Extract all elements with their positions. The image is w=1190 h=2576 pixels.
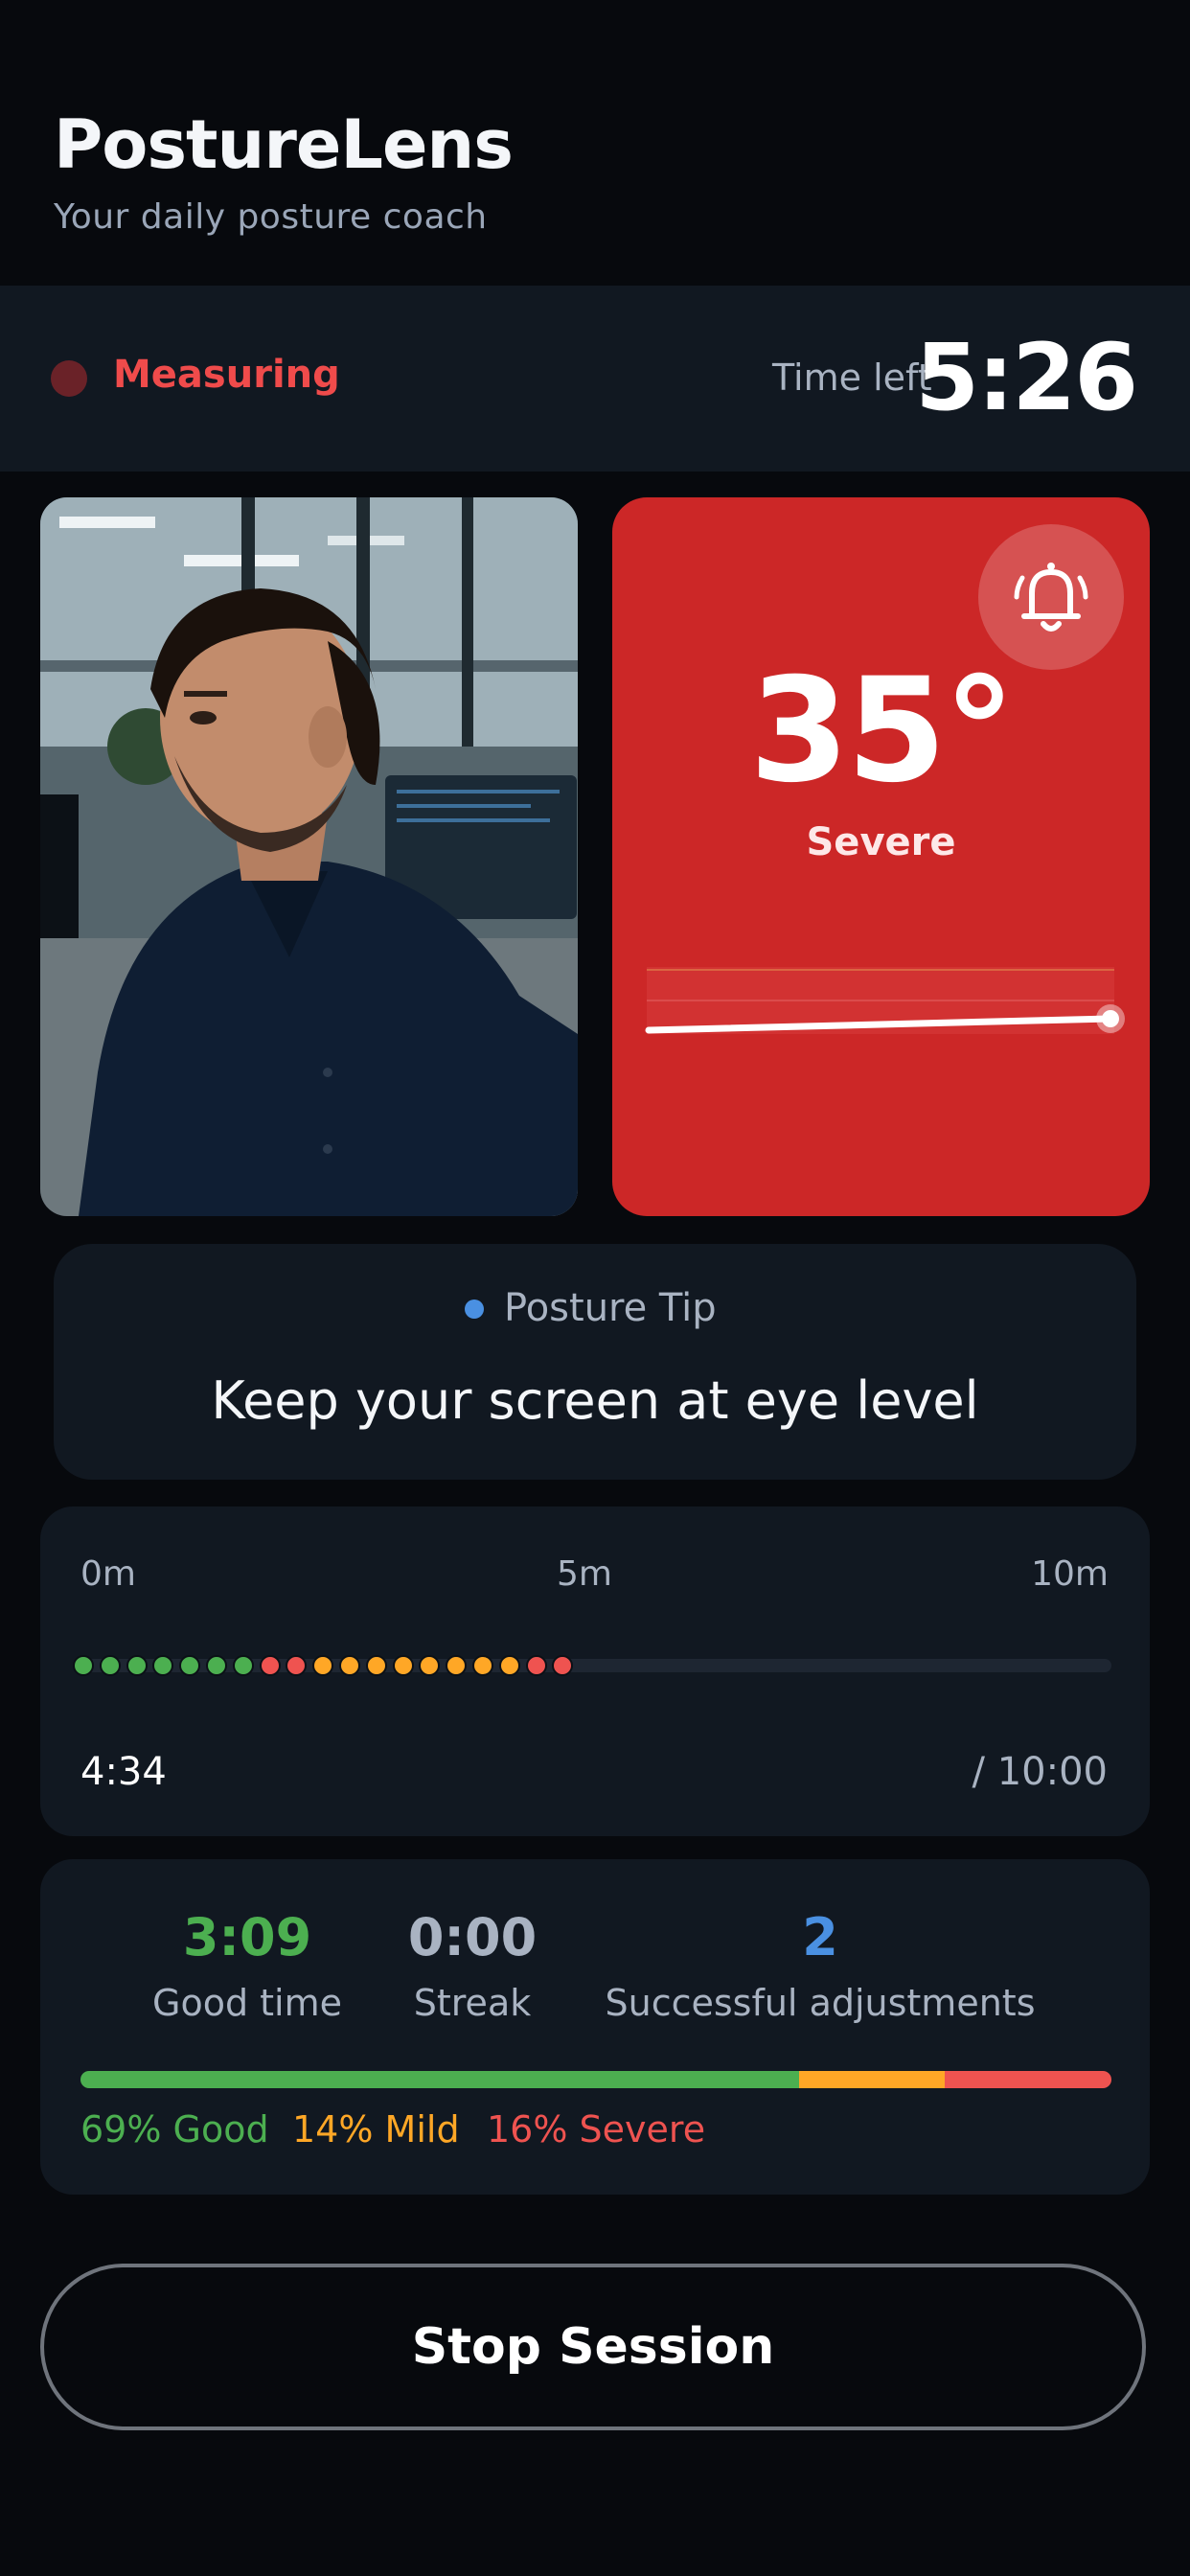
stop-session-button[interactable]: Stop Session [40,2264,1146,2430]
streak-value: 0:00 [407,1907,538,1967]
distribution-mild-segment [798,2071,946,2088]
status-label: Measuring [113,353,340,397]
timeline-sample-dot [365,1655,387,1676]
recording-dot-icon [51,360,87,397]
posture-distribution-bar [80,2071,1111,2088]
timeline-sample-dot [498,1655,520,1676]
angle-value: 35° [749,648,1016,815]
legend-mild: 14% Mild [292,2108,460,2150]
app-title: PostureLens [54,105,514,184]
timeline-sample-dot [472,1655,493,1676]
camera-preview [40,497,578,1216]
adjustments-value: 2 [802,1907,838,1967]
good-time-label: Good time [152,1982,342,2024]
timeline-sample-dot [73,1655,94,1676]
good-time-value: 3:09 [182,1907,312,1967]
timeline-tick-start: 0m [80,1554,136,1594]
streak-label: Streak [413,1982,532,2024]
time-left-label: Time left [772,356,932,399]
tip-indicator-dot [465,1300,484,1319]
timeline-sample-dot [126,1655,148,1676]
tip-heading: Posture Tip [504,1286,717,1330]
app-subtitle: Your daily posture coach [54,197,488,237]
timeline-sample-dot [232,1655,254,1676]
time-left-value: 5:26 [915,324,1138,431]
elapsed-time: 4:34 [80,1750,167,1794]
adjustments-label: Successful adjustments [605,1982,1036,2024]
legend-good: 69% Good [80,2108,269,2150]
posture-tip-card [54,1244,1136,1480]
timeline-sample-dot [392,1655,414,1676]
timeline-sample-dot [206,1655,227,1676]
distribution-severe-segment [945,2071,1111,2088]
angle-current-point [1102,1010,1119,1027]
severity-label: Severe [806,820,956,864]
timeline-tick-end: 10m [1031,1554,1109,1594]
timeline-sample-dot [99,1655,121,1676]
camera-feed-image [40,497,578,1216]
tip-text: Keep your screen at eye level [211,1370,979,1431]
timeline-tick-mid: 5m [557,1554,612,1594]
timeline-sample-dot [525,1655,547,1676]
total-time: / 10:00 [972,1750,1108,1794]
legend-severe: 16% Severe [487,2108,706,2150]
timeline-track [75,1659,1111,1672]
timeline-sample-dot [339,1655,360,1676]
timeline-sample-dot [259,1655,281,1676]
distribution-good-segment [80,2071,799,2088]
